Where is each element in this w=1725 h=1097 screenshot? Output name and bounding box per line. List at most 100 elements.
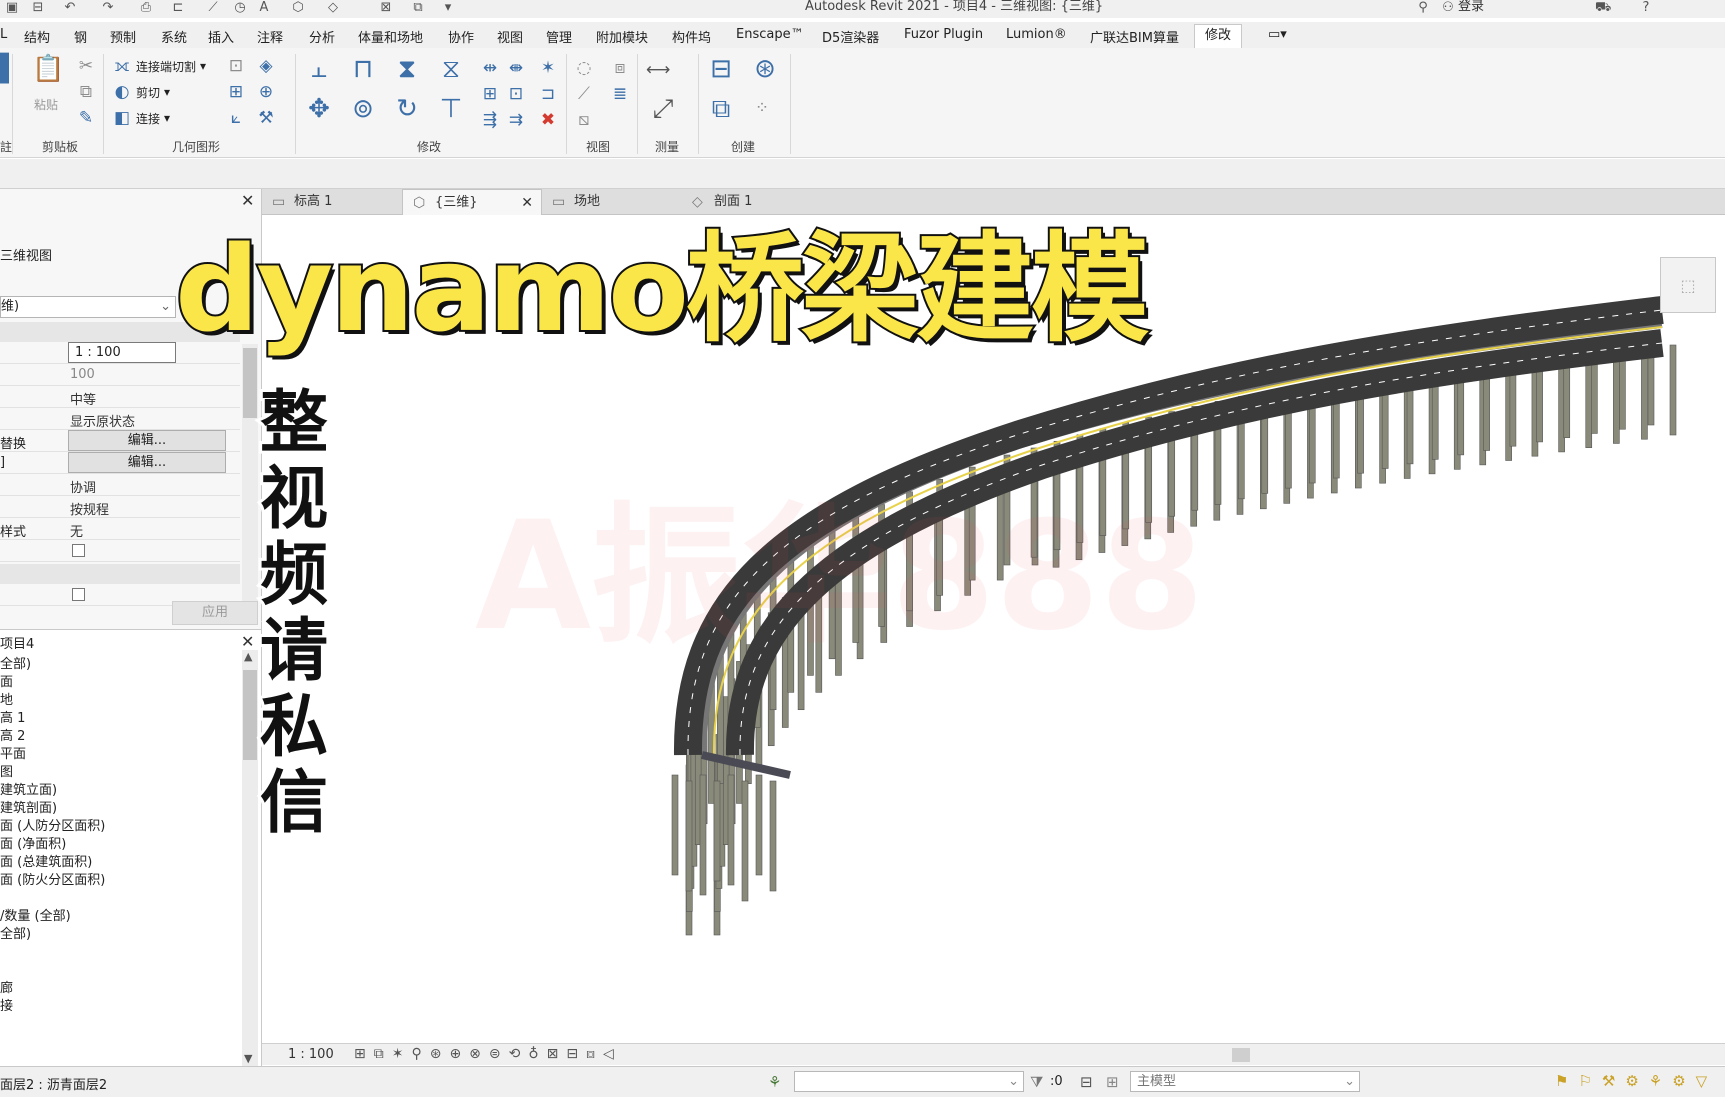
tab-fuzor-plugin[interactable]: Fuzor Plugin (904, 27, 983, 42)
scroll-up-icon[interactable]: ▲ (244, 650, 252, 663)
tab-level-1[interactable]: ▭ 标高 1 (262, 189, 402, 215)
detail-level-value[interactable]: 中等 (70, 389, 96, 408)
open-icon[interactable]: ⊟ (30, 1, 46, 15)
user-icon[interactable]: ⚇ (1440, 1, 1456, 15)
worksets-icon[interactable]: ⚘ (768, 1073, 781, 1091)
hide-element-icon[interactable]: ◌ (574, 58, 594, 78)
tab-section-1[interactable]: ◇ 剖面 1 (682, 189, 822, 215)
trim-single-icon[interactable]: ⇉ (506, 110, 526, 130)
tab-modify[interactable]: 修改 (1194, 24, 1243, 48)
paint-icon[interactable]: ◈ (256, 56, 276, 76)
tab-systems[interactable]: 系统 (161, 27, 187, 46)
cut-scissors-icon[interactable]: ✂ (76, 56, 96, 76)
create-parts-icon[interactable]: ⊛ (750, 54, 780, 84)
scroll-thumb[interactable] (243, 670, 257, 760)
tree-item[interactable]: 高 1 (0, 707, 25, 726)
undo-icon[interactable]: ↶ (62, 1, 78, 15)
tree-item[interactable]: 廊 (0, 977, 13, 996)
close-hidden-icon[interactable]: ⊠ (378, 1, 394, 15)
tree-item[interactable]: 建筑立面) (0, 779, 57, 798)
measure-icon[interactable]: ⊏ (170, 1, 186, 15)
mirror-axis-icon[interactable]: ⧗ (392, 54, 422, 84)
tree-item[interactable]: 面 (0, 671, 13, 690)
tab-component-dock[interactable]: 构件坞 (672, 27, 711, 46)
trim-extend-icon[interactable]: ⊤ (436, 94, 466, 124)
apply-button[interactable]: 应用 (172, 601, 258, 625)
design-option-dropdown[interactable]: 主模型 ⌄ (1130, 1071, 1360, 1092)
close-icon[interactable]: ✕ (241, 632, 254, 651)
tree-item[interactable]: 全部) (0, 653, 31, 672)
view-controls-icon[interactable]: ⊞⧉✶⚲⊛⊕⊗⊜⟲♁⊠⊟⧈◁ (354, 1046, 622, 1062)
split-gap-icon[interactable]: ⇼ (506, 58, 526, 78)
paste-icon[interactable]: 📋 (32, 54, 64, 84)
properties-scrollbar[interactable] (242, 344, 258, 604)
search-binoculars-icon[interactable]: ⚲ (1415, 1, 1431, 15)
graphic-display-edit-button[interactable]: 编辑... (68, 452, 226, 473)
ribbon-display-toggle[interactable]: ▭▾ (1268, 27, 1287, 42)
tab-enscape[interactable]: Enscape™ (736, 27, 804, 42)
tree-item[interactable]: 建筑剖面) (0, 797, 57, 816)
color-scheme-value[interactable]: 无 (70, 521, 83, 540)
tab-site[interactable]: ▭ 场地 (542, 189, 682, 215)
view-override-icon[interactable]: ⧈ (610, 58, 630, 78)
tab-precast[interactable]: 预制 (110, 27, 136, 46)
tab-insert[interactable]: 插入 (208, 27, 234, 46)
copy-icon[interactable]: ⧉ (76, 82, 96, 102)
tree-item[interactable]: 高 2 (0, 725, 25, 744)
parts-visibility-value[interactable]: 显示原状态 (70, 411, 135, 430)
measure-distance-icon[interactable]: ⟷ (646, 60, 670, 80)
tab-steel[interactable]: 钢 (74, 27, 87, 46)
unpin-icon[interactable]: ⊐ (538, 84, 558, 104)
tree-item[interactable]: 面 (人防分区面积) (0, 815, 105, 834)
save-icon[interactable]: ▣ (4, 1, 20, 15)
tab-collaborate[interactable]: 协作 (448, 27, 474, 46)
property-checkbox[interactable] (72, 544, 85, 557)
tab-view[interactable]: 视图 (497, 27, 523, 46)
tab-glodon-bim[interactable]: 广联达BIM算量 (1090, 27, 1179, 46)
editable-only-icon[interactable]: ⊟ (1080, 1073, 1093, 1091)
section-icon[interactable]: ◇ (325, 1, 341, 15)
offset-icon[interactable]: ⊓ (348, 54, 378, 84)
reveal-icon[interactable]: ⧅ (574, 110, 594, 130)
paste-button[interactable]: 粘贴 (34, 96, 58, 113)
customize-qat-icon[interactable]: ▾ (440, 1, 456, 15)
view-scale[interactable]: 1 : 100 (288, 1047, 334, 1062)
scale-icon[interactable]: ⊡ (506, 84, 526, 104)
tab-analyze[interactable]: 分析 (309, 27, 335, 46)
create-similar-icon[interactable]: ⁘ (752, 98, 772, 118)
connect-cut-button[interactable]: ⟗ 连接端切割 ▾ (112, 56, 206, 76)
login-link[interactable]: 登录 (1458, 0, 1484, 14)
print-icon[interactable]: ⎙ (138, 1, 154, 15)
trim-multiple-icon[interactable]: ⇶ (480, 110, 500, 130)
tab-structure[interactable]: 结构 (24, 27, 50, 46)
wall-joins-icon[interactable]: ⊡ (226, 56, 246, 76)
selection-settings-icon[interactable]: ⚑⚐⚒⚙⚘⚙▽ (1555, 1072, 1717, 1090)
browser-root[interactable]: 项目4 (0, 633, 34, 652)
tab-cut-left[interactable]: L (0, 27, 7, 42)
tab-massing-site[interactable]: 体量和场地 (358, 27, 423, 46)
scroll-down-icon[interactable]: ▼ (244, 1052, 252, 1065)
discipline-value[interactable]: 协调 (70, 477, 96, 496)
match-type-icon[interactable]: ✎ (76, 108, 96, 128)
tree-item[interactable]: 平面 (0, 743, 26, 762)
view-scale-input[interactable]: 1 : 100 (68, 342, 176, 363)
dimension-icon[interactable]: ⟋ (205, 1, 221, 15)
horizontal-scroll-thumb[interactable] (1232, 1048, 1250, 1062)
close-icon[interactable]: ✕ (241, 191, 254, 210)
property-checkbox[interactable] (72, 588, 85, 601)
mirror-draw-icon[interactable]: ⧖ (436, 54, 466, 84)
tree-item[interactable]: 全部) (0, 923, 31, 942)
thin-lines-icon[interactable]: ≣ (610, 84, 630, 104)
join-geometry-button[interactable]: ◧ 连接 ▾ (112, 108, 170, 128)
tree-item[interactable]: 地 (0, 689, 13, 708)
tab-lumion[interactable]: Lumion® (1006, 27, 1067, 42)
tab-d5-render[interactable]: D5渲染器 (822, 27, 879, 46)
switch-windows-icon[interactable]: ⧉ (410, 1, 426, 15)
close-icon[interactable]: ✕ (521, 190, 533, 216)
copy-element-icon[interactable]: ⊚ (348, 94, 378, 124)
tree-item[interactable]: 接 (0, 995, 13, 1014)
array-icon[interactable]: ⊞ (480, 84, 500, 104)
rotate-icon[interactable]: ↻ (392, 94, 422, 124)
pin-icon[interactable]: ✶ (538, 58, 558, 78)
view-cube[interactable]: ⬚ (1660, 257, 1716, 313)
